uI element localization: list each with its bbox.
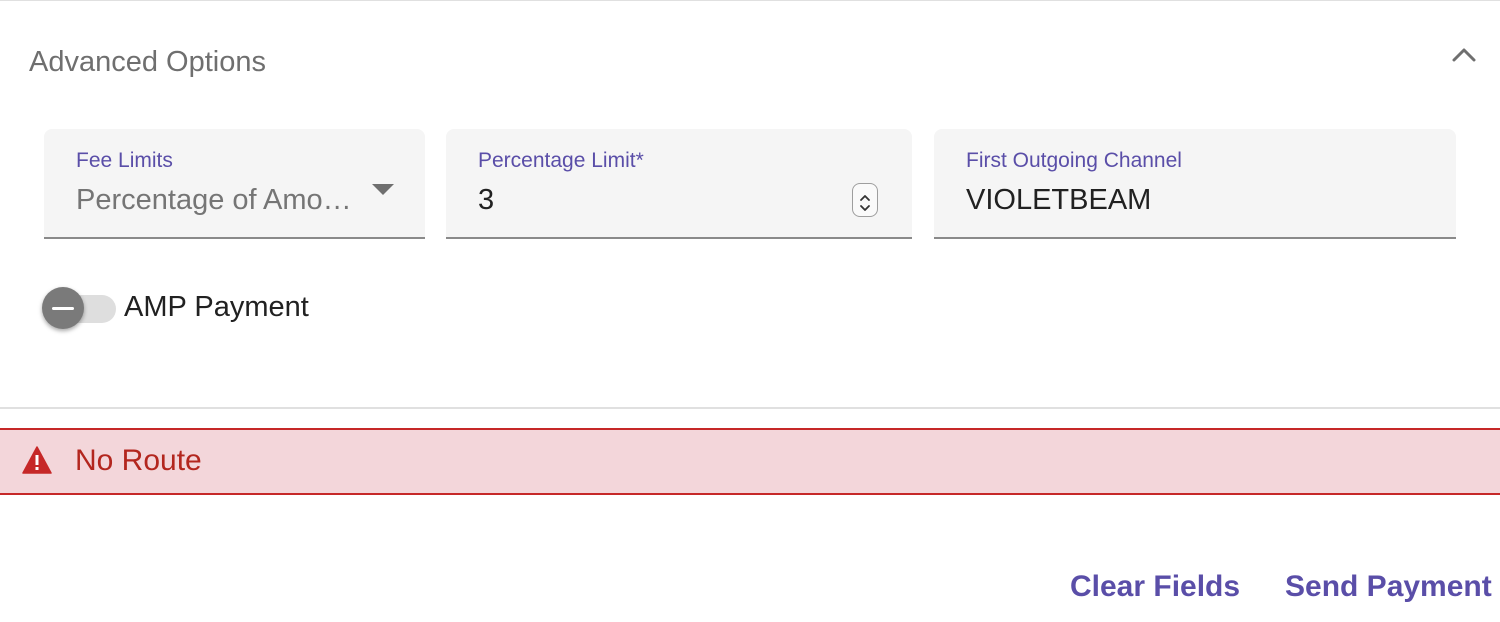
percentage-limit-label: Percentage Limit* (478, 149, 644, 172)
warning-icon (22, 446, 52, 474)
minus-icon (52, 306, 74, 310)
send-payment-button[interactable]: Send Payment (1285, 570, 1492, 604)
advanced-options-header[interactable]: Advanced Options (0, 26, 1500, 102)
percentage-limit-field[interactable]: Percentage Limit* 3 (446, 129, 912, 239)
chevron-up-icon (1452, 48, 1476, 62)
stepper-down-icon[interactable] (858, 200, 872, 211)
first-outgoing-channel-label: First Outgoing Channel (966, 149, 1182, 172)
amp-payment-switch[interactable] (42, 287, 84, 329)
amp-payment-row: AMP Payment (42, 286, 442, 332)
first-outgoing-channel-input[interactable]: VIOLETBEAM (966, 184, 1151, 217)
collapse-button[interactable] (1446, 40, 1482, 70)
fee-limits-label: Fee Limits (76, 149, 173, 172)
advanced-options-title: Advanced Options (29, 46, 266, 78)
percentage-limit-input[interactable]: 3 (478, 184, 494, 217)
dropdown-arrow-icon[interactable] (371, 180, 395, 200)
number-stepper[interactable] (852, 183, 878, 217)
clear-fields-button[interactable]: Clear Fields (1070, 570, 1240, 604)
error-alert: No Route (0, 428, 1500, 495)
top-divider (0, 0, 1500, 1)
alert-message: No Route (75, 444, 202, 477)
fee-limits-value: Percentage of Amo… (76, 184, 352, 216)
first-outgoing-channel-field[interactable]: First Outgoing Channel VIOLETBEAM (934, 129, 1456, 239)
fee-limits-select[interactable]: Fee Limits Percentage of Amo… (44, 129, 425, 239)
stepper-up-icon[interactable] (858, 190, 872, 201)
section-divider (0, 407, 1500, 409)
amp-payment-label: AMP Payment (124, 291, 309, 323)
payment-form: Advanced Options Fee Limits Percentage o… (0, 0, 1500, 622)
